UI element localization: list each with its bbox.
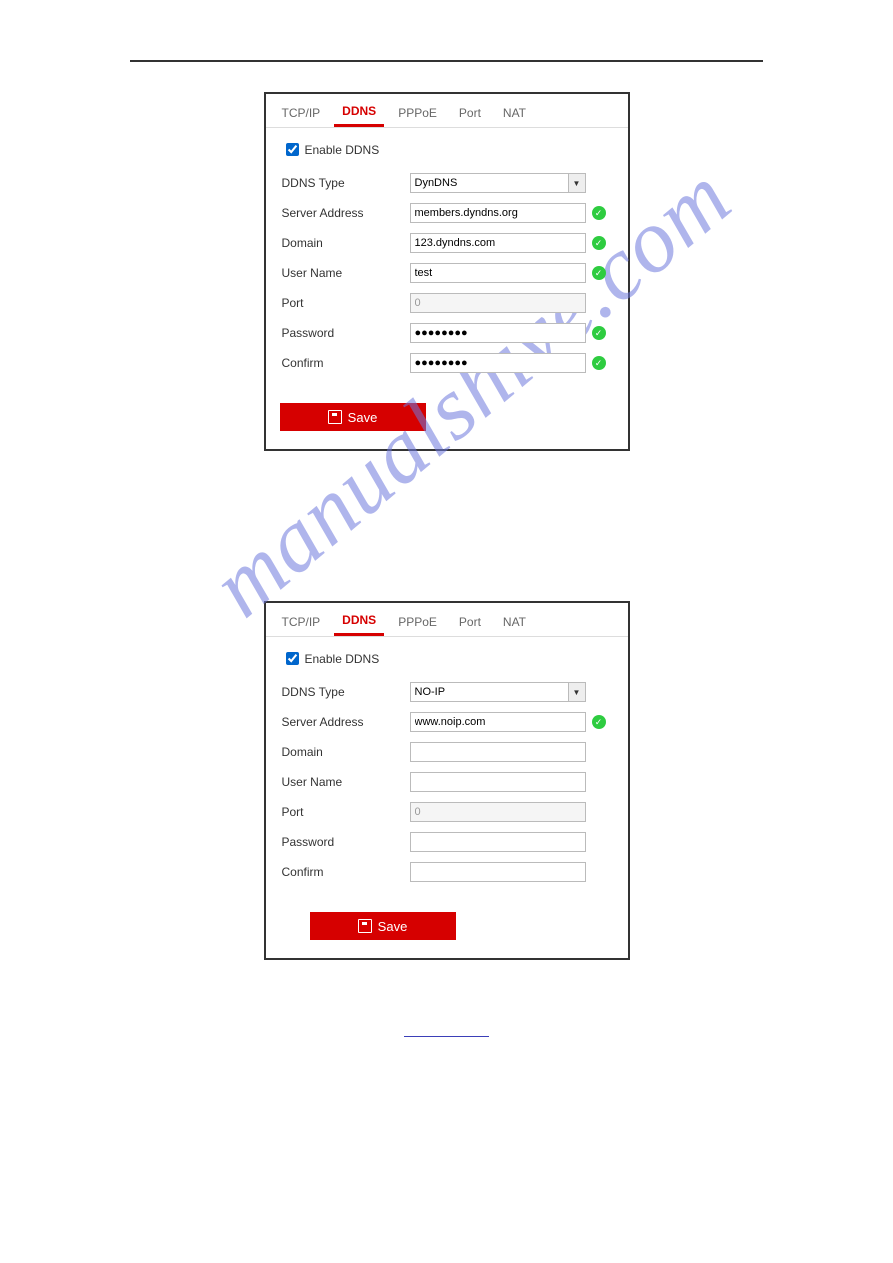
ddns-type-label: DDNS Type (282, 685, 410, 699)
check-icon: ✓ (592, 236, 606, 250)
ddns-type-value[interactable] (410, 682, 586, 702)
enable-ddns-label: Enable DDNS (305, 143, 380, 157)
user-name-input[interactable] (410, 263, 586, 283)
tab-ddns[interactable]: DDNS (334, 100, 384, 127)
user-name-label: User Name (282, 775, 410, 789)
save-button[interactable]: Save (280, 403, 426, 431)
user-name-label: User Name (282, 266, 410, 280)
ddns-type-value[interactable] (410, 173, 586, 193)
tab-tcpip[interactable]: TCP/IP (274, 102, 329, 126)
port-input (410, 802, 586, 822)
check-icon: ✓ (592, 715, 606, 729)
save-icon (328, 410, 342, 424)
server-address-input[interactable] (410, 203, 586, 223)
document-page: TCP/IP DDNS PPPoE Port NAT Enable DDNS D… (0, 0, 893, 1138)
tab-bar: TCP/IP DDNS PPPoE Port NAT (266, 603, 628, 637)
server-address-label: Server Address (282, 206, 410, 220)
user-name-input[interactable] (410, 772, 586, 792)
save-button-label: Save (378, 919, 408, 934)
domain-label: Domain (282, 236, 410, 250)
check-icon: ✓ (592, 326, 606, 340)
server-address-label: Server Address (282, 715, 410, 729)
tab-ddns[interactable]: DDNS (334, 609, 384, 636)
password-label: Password (282, 326, 410, 340)
tab-port[interactable]: Port (451, 102, 489, 126)
footer-link[interactable]: ​ (404, 1022, 489, 1037)
ddns-panel-dyndns: TCP/IP DDNS PPPoE Port NAT Enable DDNS D… (264, 92, 630, 451)
save-button-label: Save (348, 410, 378, 425)
tab-port[interactable]: Port (451, 611, 489, 635)
form-area: Enable DDNS DDNS Type ▼ Server Address ✓ (266, 637, 628, 958)
password-input[interactable] (410, 832, 586, 852)
tab-nat[interactable]: NAT (495, 611, 534, 635)
confirm-input[interactable] (410, 862, 586, 882)
tab-tcpip[interactable]: TCP/IP (274, 611, 329, 635)
tab-pppoe[interactable]: PPPoE (390, 611, 445, 635)
check-icon: ✓ (592, 266, 606, 280)
enable-ddns-checkbox[interactable] (286, 652, 299, 665)
save-icon (358, 919, 372, 933)
save-button[interactable]: Save (310, 912, 456, 940)
tab-pppoe[interactable]: PPPoE (390, 102, 445, 126)
enable-ddns-checkbox[interactable] (286, 143, 299, 156)
ddns-type-label: DDNS Type (282, 176, 410, 190)
confirm-label: Confirm (282, 865, 410, 879)
password-label: Password (282, 835, 410, 849)
tab-bar: TCP/IP DDNS PPPoE Port NAT (266, 94, 628, 128)
tab-nat[interactable]: NAT (495, 102, 534, 126)
check-icon: ✓ (592, 356, 606, 370)
form-area: Enable DDNS DDNS Type ▼ Server Address ✓ (266, 128, 628, 449)
top-rule (130, 60, 763, 62)
ddns-panel-noip: TCP/IP DDNS PPPoE Port NAT Enable DDNS D… (264, 601, 630, 960)
server-address-input[interactable] (410, 712, 586, 732)
confirm-label: Confirm (282, 356, 410, 370)
enable-ddns-label: Enable DDNS (305, 652, 380, 666)
footer-link-row: ​ (0, 1020, 893, 1038)
port-label: Port (282, 296, 410, 310)
domain-label: Domain (282, 745, 410, 759)
check-icon: ✓ (592, 206, 606, 220)
port-input (410, 293, 586, 313)
domain-input[interactable] (410, 233, 586, 253)
password-input[interactable] (410, 323, 586, 343)
confirm-input[interactable] (410, 353, 586, 373)
ddns-type-select[interactable]: ▼ (410, 682, 586, 702)
port-label: Port (282, 805, 410, 819)
ddns-type-select[interactable]: ▼ (410, 173, 586, 193)
domain-input[interactable] (410, 742, 586, 762)
